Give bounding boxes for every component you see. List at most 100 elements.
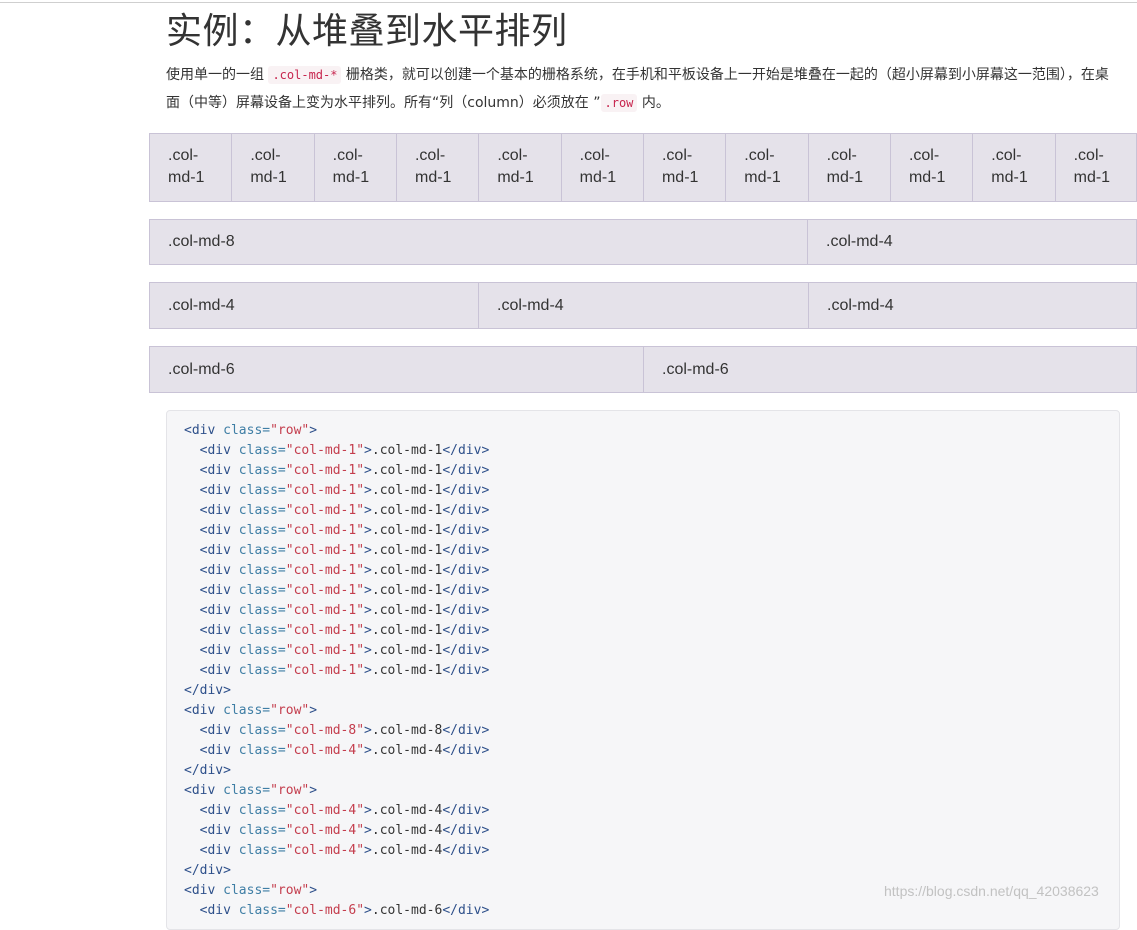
code-attr-value: "col-md-4" bbox=[285, 803, 365, 818]
code-text: .col-md-4 bbox=[371, 803, 443, 818]
code-attr-value: "row" bbox=[270, 703, 310, 718]
code-tag: </div> bbox=[442, 743, 490, 758]
code-attr: class= bbox=[223, 783, 271, 798]
code-tag: <div bbox=[199, 563, 239, 578]
code-attr: class= bbox=[238, 643, 286, 658]
code-tag: > bbox=[364, 663, 372, 678]
code-line: </div> bbox=[184, 681, 1102, 701]
code-tag: > bbox=[364, 483, 372, 498]
code-text: .col-md-1 bbox=[371, 583, 443, 598]
code-tag: </div> bbox=[442, 523, 490, 538]
code-line: <div class="col-md-1">.col-md-1</div> bbox=[184, 601, 1102, 621]
code-attr: class= bbox=[223, 423, 271, 438]
code-attr-value: "col-md-1" bbox=[285, 643, 365, 658]
code-tag: > bbox=[364, 443, 372, 458]
grid-cell: .col-md-1 bbox=[1054, 133, 1137, 202]
code-tag: <div bbox=[184, 783, 224, 798]
code-attr-value: "col-md-1" bbox=[285, 483, 365, 498]
grid-cell: .col-md-1 bbox=[395, 133, 479, 202]
code-line: <div class="col-md-1">.col-md-1</div> bbox=[184, 661, 1102, 681]
code-attr: class= bbox=[238, 563, 286, 578]
code-tag: > bbox=[364, 503, 372, 518]
code-text: .col-md-1 bbox=[371, 443, 443, 458]
code-attr-value: "col-md-1" bbox=[285, 523, 365, 538]
code-tag: <div bbox=[199, 503, 239, 518]
code-text: .col-md-1 bbox=[371, 463, 443, 478]
code-line: <div class="col-md-1">.col-md-1</div> bbox=[184, 441, 1102, 461]
code-text: .col-md-1 bbox=[371, 603, 443, 618]
code-tag: </div> bbox=[442, 843, 490, 858]
code-attr-value: "col-md-1" bbox=[285, 663, 365, 678]
code-attr: class= bbox=[223, 883, 271, 898]
code-text: .col-md-4 bbox=[371, 843, 443, 858]
code-tag: <div bbox=[199, 463, 239, 478]
code-attr-value: "row" bbox=[270, 883, 310, 898]
code-tag: </div> bbox=[442, 623, 490, 638]
code-tag: </div> bbox=[442, 663, 490, 678]
code-text: .col-md-1 bbox=[371, 643, 443, 658]
code-attr: class= bbox=[238, 723, 286, 738]
grid-cell: .col-md-1 bbox=[889, 133, 973, 202]
code-attr-value: "row" bbox=[270, 783, 310, 798]
code-text: .col-md-1 bbox=[371, 543, 443, 558]
grid-row-8-4: .col-md-8 .col-md-4 bbox=[149, 219, 1137, 265]
code-tag: <div bbox=[199, 583, 239, 598]
code-attr-value: "col-md-1" bbox=[285, 443, 365, 458]
inline-code-row: .row bbox=[600, 94, 638, 112]
code-tag: <div bbox=[199, 483, 239, 498]
code-tag: <div bbox=[199, 523, 239, 538]
watermark: https://blog.csdn.net/qq_42038623 bbox=[884, 883, 1099, 899]
code-tag: > bbox=[309, 883, 318, 898]
code-attr: class= bbox=[238, 543, 286, 558]
grid-cell: .col-md-4 bbox=[478, 282, 808, 329]
code-tag: </div> bbox=[184, 763, 231, 778]
grid-cell: .col-md-8 bbox=[149, 219, 807, 265]
code-tag: > bbox=[364, 543, 372, 558]
code-attr-value: "col-md-1" bbox=[285, 583, 365, 598]
code-attr-value: "col-md-8" bbox=[285, 723, 365, 738]
code-tag: > bbox=[309, 783, 318, 798]
code-tag: </div> bbox=[442, 643, 490, 658]
code-tag: <div bbox=[199, 743, 239, 758]
code-line: <div class="col-md-1">.col-md-1</div> bbox=[184, 541, 1102, 561]
code-tag: > bbox=[364, 723, 372, 738]
top-divider bbox=[0, 2, 1137, 3]
code-attr-value: "row" bbox=[270, 423, 310, 438]
code-tag: </div> bbox=[442, 823, 490, 838]
code-tag: > bbox=[309, 703, 318, 718]
code-tag: > bbox=[364, 643, 372, 658]
code-line: <div class="col-md-6">.col-md-6</div> bbox=[184, 901, 1102, 921]
code-tag: <div bbox=[184, 703, 224, 718]
code-tag: </div> bbox=[442, 723, 490, 738]
code-attr-value: "col-md-1" bbox=[285, 503, 365, 518]
description-paragraph: 使用单一的一组 .col-md-* 栅格类，就可以创建一个基本的栅格系统，在手机… bbox=[166, 61, 1121, 117]
code-attr-value: "col-md-4" bbox=[285, 823, 365, 838]
code-text: .col-md-1 bbox=[371, 483, 443, 498]
grid-cell: .col-md-1 bbox=[642, 133, 726, 202]
grid-cell: .col-md-1 bbox=[478, 133, 561, 202]
code-attr-value: "col-md-1" bbox=[285, 463, 365, 478]
code-tag: </div> bbox=[184, 863, 231, 878]
code-tag: <div bbox=[184, 883, 224, 898]
code-tag: <div bbox=[199, 823, 239, 838]
code-tag: > bbox=[364, 523, 372, 538]
grid-cell: .col-md-4 bbox=[149, 282, 478, 329]
code-line: <div class="col-md-1">.col-md-1</div> bbox=[184, 521, 1102, 541]
code-attr: class= bbox=[238, 663, 286, 678]
grid-row-12-cols: .col-md-1 .col-md-1 .col-md-1 .col-md-1 .col… bbox=[149, 133, 1137, 202]
code-line: <div class="row"> bbox=[184, 701, 1102, 721]
code-attr: class= bbox=[238, 823, 286, 838]
code-tag: > bbox=[364, 743, 372, 758]
code-tag: </div> bbox=[442, 803, 490, 818]
code-line: <div class="row"> bbox=[184, 421, 1102, 441]
code-tag: </div> bbox=[442, 903, 490, 918]
